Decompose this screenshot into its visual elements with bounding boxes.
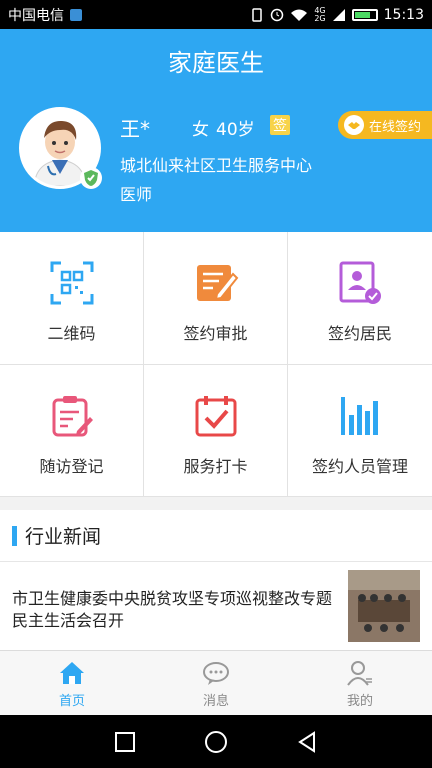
doctor-organization: 城北仙来社区卫生服务中心 bbox=[120, 156, 313, 175]
menu-item-label: 随访登记 bbox=[39, 457, 104, 476]
menu-item-signed-staff-management[interactable]: 签约人员管理 bbox=[288, 365, 432, 497]
verified-shield-icon bbox=[80, 167, 102, 189]
alarm-icon bbox=[271, 8, 284, 21]
carrier-name: 中国电信 bbox=[8, 7, 64, 24]
news-title: 市卫生健康委中央脱贫攻坚专项巡视整改专题民主生活会召开 bbox=[12, 589, 333, 630]
page-title: 家庭医生 bbox=[168, 49, 264, 77]
menu-item-label: 服务打卡 bbox=[183, 457, 248, 476]
status-icons: 4G 2G 15:13 bbox=[250, 5, 424, 23]
news-thumbnail bbox=[348, 570, 420, 642]
signal-icon bbox=[332, 8, 345, 21]
tab-messages[interactable]: 消息 bbox=[144, 651, 288, 715]
bottom-tab-bar: 首页 消息 我的 bbox=[0, 650, 432, 715]
menu-item-label: 签约居民 bbox=[327, 324, 392, 343]
menu-item-signed-residents[interactable]: 签约居民 bbox=[288, 232, 432, 365]
edit-document-icon bbox=[196, 265, 238, 301]
news-list-item[interactable]: 市卫生健康委中央脱贫攻坚专项巡视整改专题民主生活会召开 bbox=[0, 568, 432, 648]
usb-icon bbox=[70, 8, 82, 21]
resident-card-icon bbox=[339, 261, 381, 304]
qrcode-icon bbox=[50, 261, 93, 305]
battery-icon bbox=[351, 8, 378, 21]
home-circle-icon[interactable] bbox=[204, 730, 228, 754]
network-type: 4G 2G bbox=[314, 5, 326, 23]
news-section-title: 行业新闻 bbox=[25, 526, 102, 548]
menu-item-label: 签约审批 bbox=[183, 324, 248, 343]
back-triangle-icon[interactable] bbox=[296, 730, 318, 753]
signed-badge: 签 bbox=[270, 115, 290, 135]
doctor-age: 40岁 bbox=[216, 120, 255, 140]
status-bar: 中国电信 4G 2G 15:13 bbox=[0, 0, 432, 29]
doctor-name: 王* bbox=[120, 117, 150, 141]
menu-item-follow-up[interactable]: 随访登记 bbox=[0, 365, 144, 497]
function-grid: 二维码 签约审批 签约居民 随访登记 服务打卡 签约人员管理 bbox=[0, 232, 432, 497]
news-section: 行业新闻 市卫生健康委中央脱贫攻坚专项巡视整改专题民主生活会召开 bbox=[0, 510, 432, 650]
tab-label: 我的 bbox=[346, 694, 373, 709]
doctor-gender: 女 bbox=[192, 120, 209, 140]
tab-label: 消息 bbox=[202, 694, 229, 709]
section-accent-bar bbox=[12, 525, 17, 546]
tab-mine[interactable]: 我的 bbox=[288, 651, 432, 715]
bar-chart-icon bbox=[341, 397, 378, 435]
system-nav-bar bbox=[0, 715, 432, 768]
online-sign-label: 在线签约 bbox=[369, 119, 422, 135]
clipboard-icon bbox=[52, 396, 93, 437]
recent-apps-icon[interactable] bbox=[114, 731, 136, 753]
calendar-check-icon bbox=[195, 396, 236, 437]
menu-item-label: 签约人员管理 bbox=[311, 457, 408, 476]
doctor-header: 家庭医生 王* 女 40岁 签 在线签约 城北仙来社区卫生服务中心 医师 bbox=[0, 29, 432, 232]
person-icon bbox=[347, 661, 372, 686]
menu-item-service-checkin[interactable]: 服务打卡 bbox=[144, 365, 288, 497]
doctor-job-title: 医师 bbox=[120, 185, 153, 204]
menu-item-label: 二维码 bbox=[47, 324, 96, 343]
carrier-info: 中国电信 bbox=[8, 5, 82, 25]
home-icon bbox=[60, 662, 84, 684]
tab-home[interactable]: 首页 bbox=[0, 651, 144, 715]
news-header: 行业新闻 bbox=[0, 510, 432, 562]
menu-item-qrcode[interactable]: 二维码 bbox=[0, 232, 144, 365]
vibrate-icon bbox=[252, 7, 263, 22]
menu-item-sign-approval[interactable]: 签约审批 bbox=[144, 232, 288, 365]
clock: 15:13 bbox=[383, 6, 424, 23]
handshake-icon bbox=[344, 115, 364, 135]
online-sign-button[interactable]: 在线签约 bbox=[338, 111, 432, 139]
wifi-icon bbox=[291, 9, 308, 21]
chat-bubbles-icon bbox=[203, 662, 229, 685]
tab-label: 首页 bbox=[58, 694, 85, 709]
